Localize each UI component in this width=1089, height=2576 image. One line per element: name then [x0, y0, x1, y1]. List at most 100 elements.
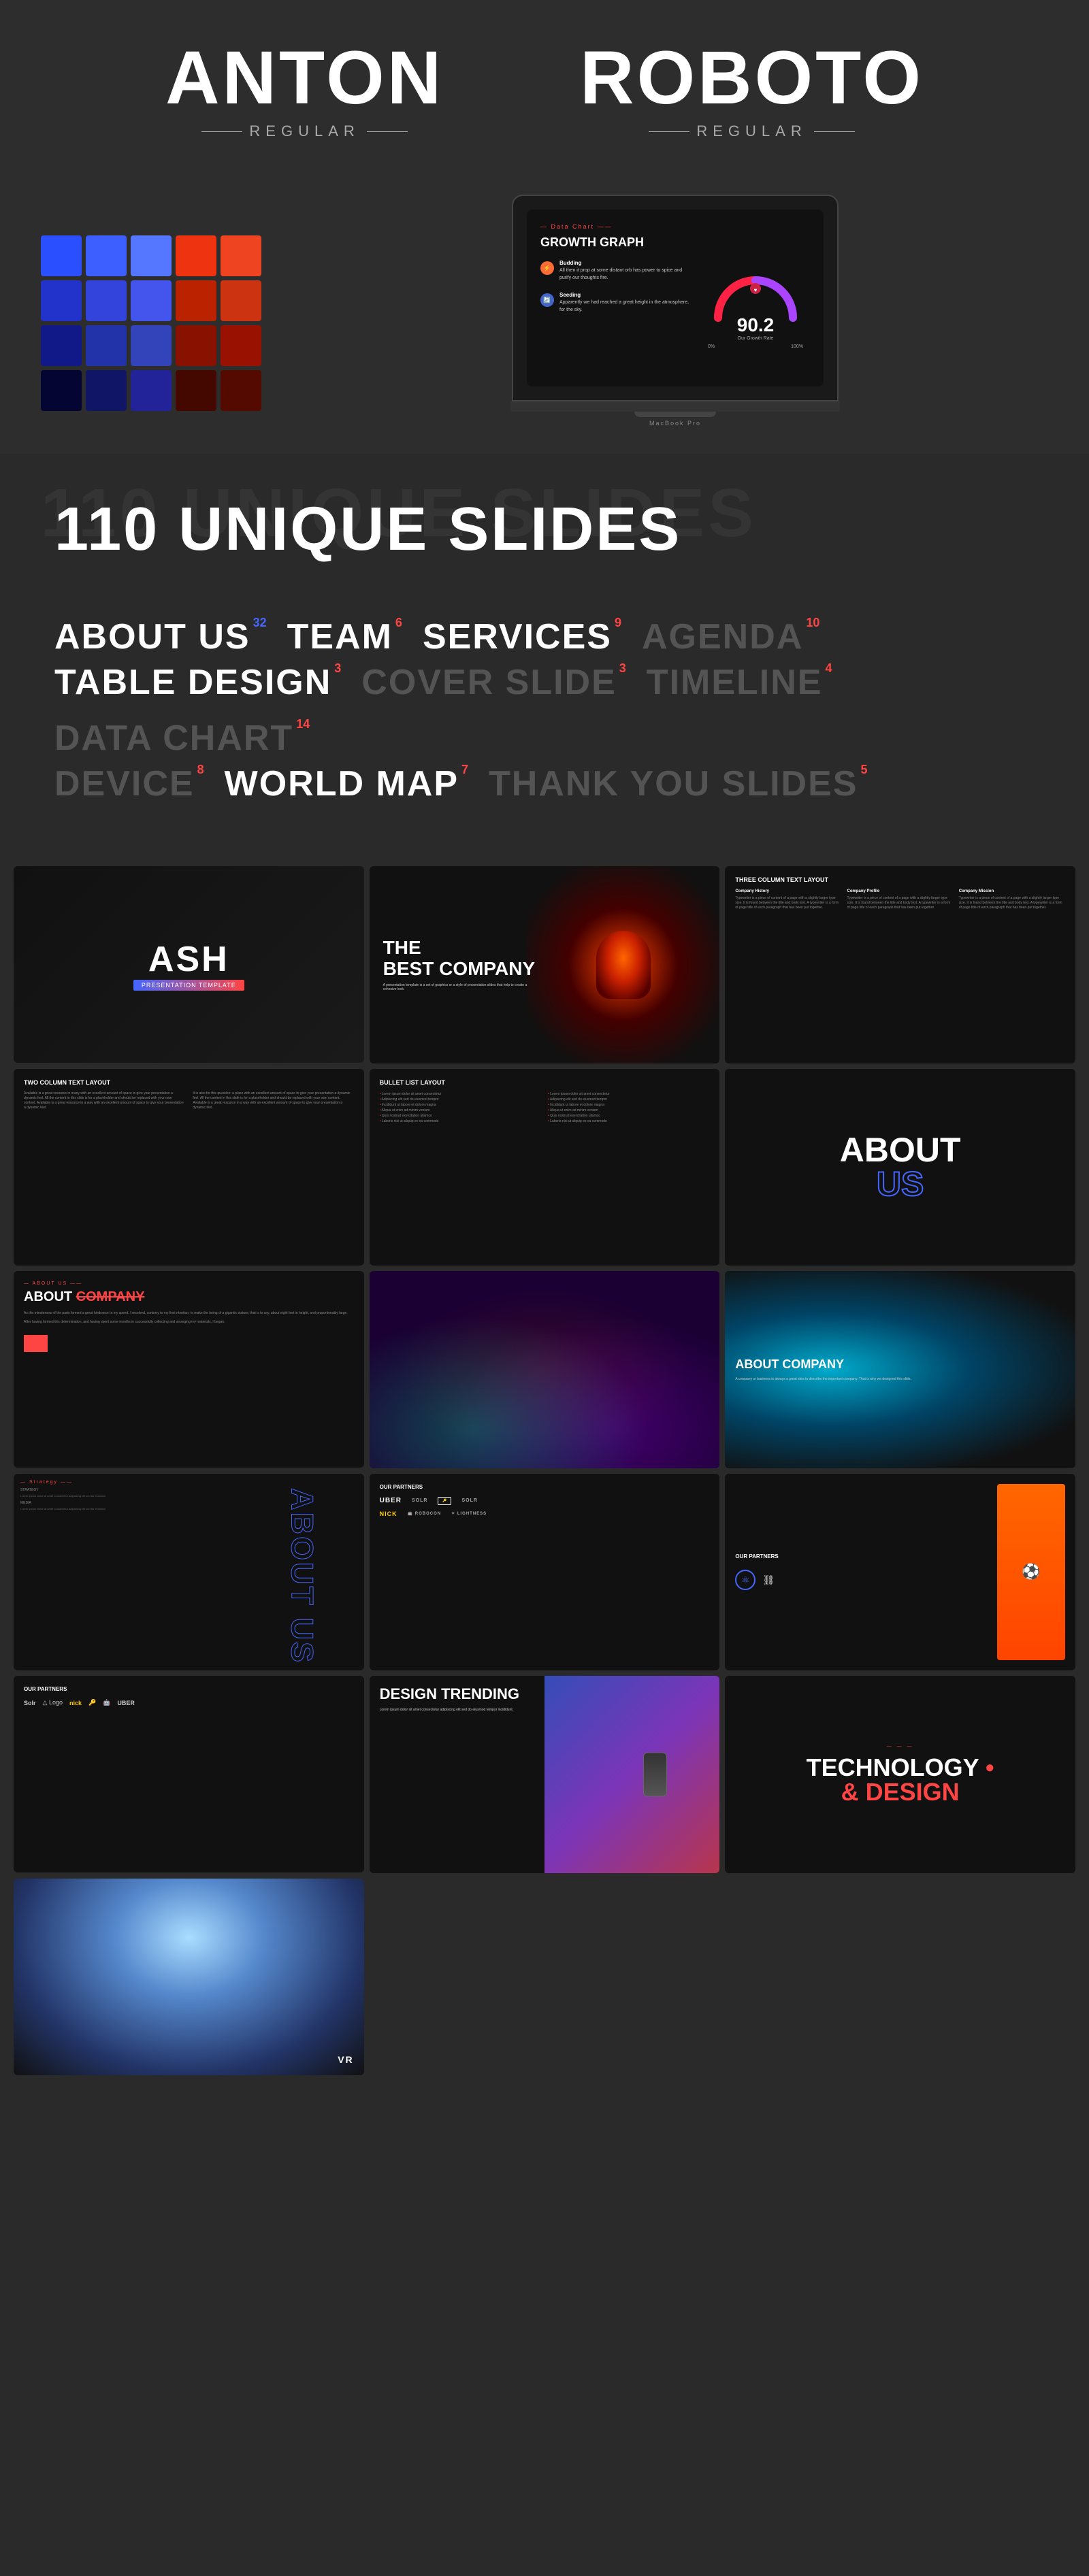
slide-aus-right: ABOUT US: [246, 1488, 357, 1664]
categories-row-3: DEVICE8 WORLD MAP7 THANK YOU SLIDES5: [54, 766, 1035, 802]
partners-2-logos: ⚛ ⛓: [735, 1570, 987, 1590]
color-swatch: [41, 370, 82, 411]
color-swatch: [86, 325, 127, 366]
slides-main-text: 110 UNIQUE SLIDES: [54, 495, 1035, 565]
slide-partners-2: OUR PARTNERS ⚛ ⛓ ⚽: [725, 1474, 1075, 1671]
font-roboto-name: ROBOTO: [580, 41, 924, 116]
partners-row-1: UBER Solr 🔑 Solr: [380, 1497, 710, 1505]
slide-aus-vertical-text: ABOUT US: [290, 1488, 314, 1664]
vr-label: VR: [338, 2054, 353, 2065]
laptop-section: — Data Chart —— GROWTH GRAPH ⚡ Budding A…: [0, 167, 1089, 454]
color-swatch: [41, 235, 82, 276]
categories-section: ABOUT US32 TEAM6 SERVICES9 AGENDA10 TABL…: [0, 606, 1089, 853]
partner-uber-1: UBER: [380, 1497, 402, 1504]
slide-aus-left: STRATEGY Lorem ipsum dolor sit amet cons…: [20, 1488, 241, 1664]
cat-data-chart-count: 14: [296, 717, 310, 731]
laptop-icon-2: 🔄: [540, 293, 554, 307]
cat-timeline-label: TIMELINE: [647, 665, 823, 700]
slide-acr-title: ABOUT COMPANY: [735, 1357, 1065, 1372]
partner3-logo: △ Logo: [43, 1699, 63, 1706]
slides-count-section: 110 UNIQUE SLIDES 110 UNIQUE SLIDES: [0, 454, 1089, 606]
partner-lightness: ✦ Lightness: [451, 1511, 487, 1516]
laptop-content: ⚡ Budding All then it prop at some dista…: [540, 260, 810, 349]
color-swatch: [221, 370, 261, 411]
tech-title: TECHNOLOGY •: [807, 1755, 994, 1780]
categories-row-1: ABOUT US32 TEAM6 SERVICES9 AGENDA10: [54, 619, 1035, 655]
two-col-col-1: Available is a great resource in many wi…: [24, 1091, 184, 1255]
slide-technology: — — — TECHNOLOGY • & DESIGN: [725, 1676, 1075, 1873]
slide-aus-strategy-text: Lorem ipsum dolor sit amet consectetur a…: [20, 1494, 241, 1498]
slide-ac-text-1: As the minuteness of the parts formed a …: [24, 1311, 354, 1317]
dt-phone: [643, 1752, 667, 1796]
color-swatch: [86, 235, 127, 276]
bullet-col-1: Lorem ipsum dolor sit amet consectetur A…: [380, 1091, 541, 1124]
color-swatches: [41, 235, 261, 411]
slide-ash-title: ASH: [148, 939, 229, 980]
slide-aus-content: STRATEGY Lorem ipsum dolor sit amet cons…: [20, 1488, 357, 1664]
slide-about-company: — About Us —— ABOUT COMPANY As the minut…: [14, 1271, 364, 1468]
cat-agenda: AGENDA10: [642, 619, 819, 655]
slide-purple-concert: [370, 1271, 720, 1468]
slide-three-col: THREE COLUMN TEXT LAYOUT Company History…: [725, 866, 1075, 1063]
slides-grid: ASH PRESENTATION TEMPLATE THEBEST COMPAN…: [14, 866, 1075, 2075]
two-col-col-2: It is also for this question: a place wi…: [193, 1091, 353, 1255]
tech-title-2: & DESIGN: [841, 1780, 960, 1804]
cat-about-us-count: 32: [253, 616, 267, 630]
partner3-uber: UBER: [117, 1700, 135, 1706]
laptop-screen-header: — Data Chart ——: [540, 223, 810, 230]
slide-two-col: TWO COLUMN TEXT LAYOUT Available is a gr…: [14, 1069, 364, 1266]
cat-world-map-label: WORLD MAP: [225, 766, 459, 802]
cat-data-chart: DATA CHART14: [54, 721, 310, 756]
color-swatch: [176, 370, 216, 411]
slide-bestcompany-content: THEBEST COMPANY A presentation template …: [383, 938, 706, 991]
tech-small-header: — — —: [887, 1744, 914, 1749]
font-anton-sub: REGULAR: [165, 122, 444, 140]
slide-aus-header: — Strategy ——: [20, 1480, 357, 1485]
font-roboto-sub: REGULAR: [580, 122, 924, 140]
cat-device-label: DEVICE: [54, 766, 195, 802]
cat-table-design-label: TABLE DESIGN: [54, 665, 331, 700]
font-anton: ANTON REGULAR: [165, 41, 444, 140]
color-swatch: [221, 235, 261, 276]
laptop-stand: [634, 412, 716, 417]
cat-team: TEAM6: [287, 619, 402, 655]
partners-3-title: OUR PARTNERS: [24, 1686, 354, 1692]
partner-robocon: 🤖 Robocon: [408, 1511, 441, 1516]
slide-ac-text-2: After having formed this determination, …: [24, 1320, 354, 1325]
laptop-item-2-text: Seeding Apparently we had reached a grea…: [559, 292, 691, 314]
slide-bestcompany-text: A presentation template is a set of grap…: [383, 983, 529, 991]
laptop-container: — Data Chart —— GROWTH GRAPH ⚡ Budding A…: [302, 195, 1048, 427]
color-swatch: [41, 280, 82, 321]
cat-timeline-count: 4: [825, 661, 832, 676]
three-col-col-3: Company Mission Typewriter is a piece of…: [959, 889, 1065, 1053]
gauge-min: 0%: [708, 344, 715, 349]
slide-bestcompany: THEBEST COMPANY A presentation template …: [370, 866, 720, 1063]
cat-thank-you-count: 5: [860, 763, 867, 777]
slide-about-company-right: ABOUT COMPANY A company or business is a…: [725, 1271, 1075, 1468]
laptop-mockup: — Data Chart —— GROWTH GRAPH ⚡ Budding A…: [512, 195, 839, 401]
slide-about-us-side: — Strategy —— STRATEGY Lorem ipsum dolor…: [14, 1474, 364, 1670]
cat-world-map: WORLD MAP7: [225, 766, 468, 802]
font-roboto: ROBOTO REGULAR: [580, 41, 924, 140]
cat-device-count: 8: [197, 763, 204, 777]
color-swatch: [221, 280, 261, 321]
concert-lights: [370, 1271, 720, 1468]
slide-two-col-title: TWO COLUMN TEXT LAYOUT: [24, 1079, 354, 1086]
partner3-nick: nick: [69, 1700, 82, 1706]
laptop-base: [510, 401, 840, 412]
partner3-solr: Solr: [24, 1700, 36, 1706]
color-swatch: [131, 280, 172, 321]
partner3-key: 🔑: [88, 1699, 96, 1706]
partner3-robocon: 🤖: [103, 1699, 110, 1706]
slide-vr: VR: [14, 1879, 364, 2075]
cat-cover-slide: COVER SLIDE3: [361, 665, 626, 700]
cat-about-us: ABOUT US32: [54, 619, 267, 655]
laptop-items: ⚡ Budding All then it prop at some dista…: [540, 260, 691, 324]
cat-agenda-label: AGENDA: [642, 619, 803, 655]
cat-device: DEVICE8: [54, 766, 204, 802]
slide-bullet-title: BULLET LIST LAYOUT: [380, 1079, 710, 1086]
color-swatch: [86, 370, 127, 411]
partners-2-right: ⚽: [997, 1484, 1065, 1661]
font-anton-name: ANTON: [165, 41, 444, 116]
laptop-icon-1: ⚡: [540, 261, 554, 275]
